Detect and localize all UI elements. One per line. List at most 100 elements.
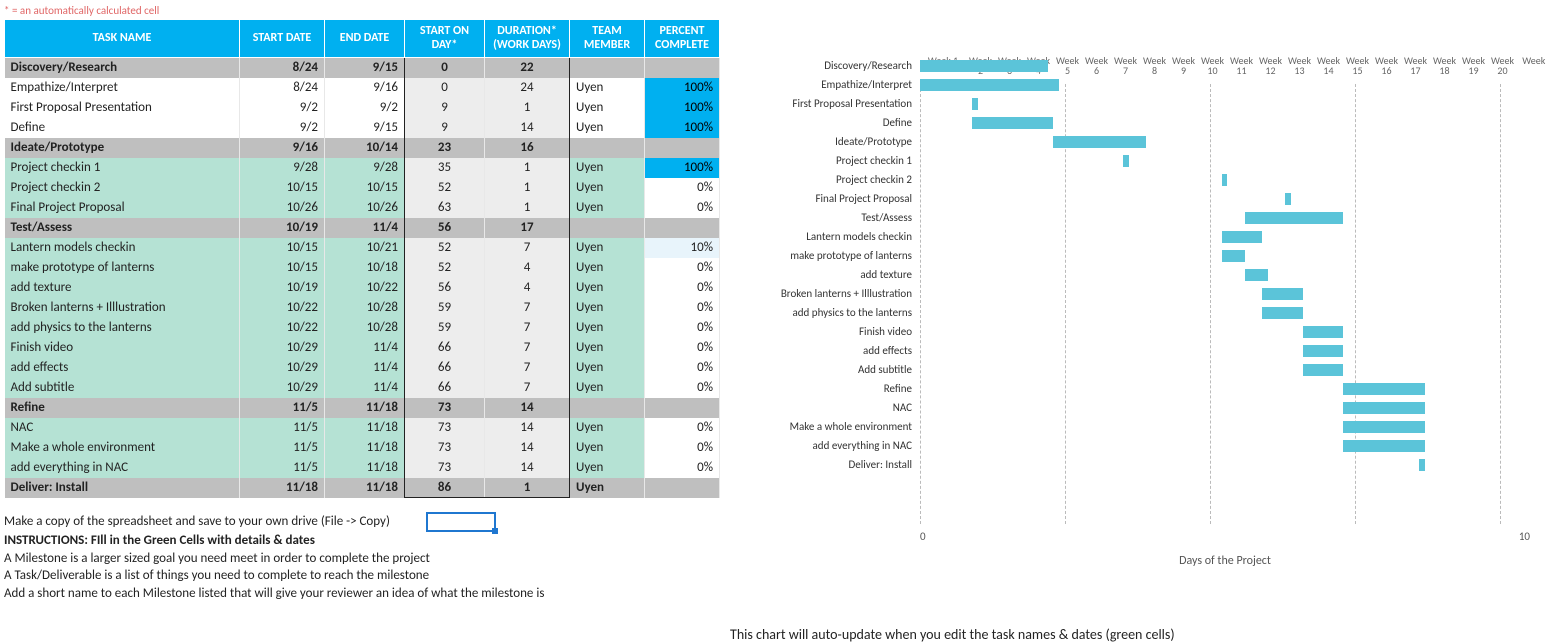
end-cell[interactable]: 11/4 <box>325 338 405 358</box>
start-cell[interactable]: 10/19 <box>240 278 325 298</box>
dur-cell[interactable]: 7 <box>485 378 570 398</box>
start-cell[interactable]: 10/22 <box>240 318 325 338</box>
start-cell[interactable]: 11/5 <box>240 458 325 478</box>
dur-cell[interactable]: 7 <box>485 238 570 258</box>
day-cell[interactable]: 73 <box>405 398 485 418</box>
team-cell[interactable] <box>570 398 645 418</box>
day-cell[interactable]: 59 <box>405 298 485 318</box>
end-cell[interactable]: 9/16 <box>325 78 405 98</box>
start-cell[interactable]: 10/29 <box>240 358 325 378</box>
team-cell[interactable] <box>570 138 645 158</box>
table-row[interactable]: make prototype of lanterns10/1510/18524U… <box>5 258 720 278</box>
start-cell[interactable]: 8/24 <box>240 58 325 78</box>
day-cell[interactable]: 9 <box>405 118 485 138</box>
team-cell[interactable]: Uyen <box>570 358 645 378</box>
dur-cell[interactable]: 14 <box>485 438 570 458</box>
dur-cell[interactable]: 1 <box>485 178 570 198</box>
day-cell[interactable]: 23 <box>405 138 485 158</box>
end-cell[interactable]: 10/26 <box>325 198 405 218</box>
pct-cell[interactable]: 0% <box>645 278 720 298</box>
task-cell[interactable]: Add subtitle <box>5 378 240 398</box>
end-cell[interactable]: 10/22 <box>325 278 405 298</box>
start-cell[interactable]: 9/2 <box>240 98 325 118</box>
start-cell[interactable]: 9/28 <box>240 158 325 178</box>
pct-cell[interactable]: 0% <box>645 438 720 458</box>
table-row[interactable]: First Proposal Presentation9/29/291Uyen1… <box>5 98 720 118</box>
day-cell[interactable]: 66 <box>405 338 485 358</box>
team-cell[interactable]: Uyen <box>570 98 645 118</box>
day-cell[interactable]: 66 <box>405 358 485 378</box>
dur-cell[interactable]: 22 <box>485 58 570 78</box>
day-cell[interactable]: 59 <box>405 318 485 338</box>
task-cell[interactable]: Project checkin 1 <box>5 158 240 178</box>
table-row[interactable]: Project checkin 19/289/28351Uyen100% <box>5 158 720 178</box>
team-cell[interactable]: Uyen <box>570 378 645 398</box>
table-row[interactable]: NAC11/511/187314Uyen0% <box>5 418 720 438</box>
day-cell[interactable]: 0 <box>405 58 485 78</box>
table-row[interactable]: Ideate/Prototype9/1610/142316 <box>5 138 720 158</box>
end-cell[interactable]: 10/28 <box>325 318 405 338</box>
end-cell[interactable]: 10/15 <box>325 178 405 198</box>
pct-cell[interactable]: 0% <box>645 418 720 438</box>
team-cell[interactable]: Uyen <box>570 298 645 318</box>
start-cell[interactable]: 11/5 <box>240 438 325 458</box>
table-row[interactable]: Finish video10/2911/4667Uyen0% <box>5 338 720 358</box>
team-cell[interactable]: Uyen <box>570 438 645 458</box>
team-cell[interactable]: Uyen <box>570 198 645 218</box>
selected-cell[interactable] <box>426 512 496 532</box>
table-row[interactable]: add texture10/1910/22564Uyen0% <box>5 278 720 298</box>
task-cell[interactable]: First Proposal Presentation <box>5 98 240 118</box>
table-row[interactable]: add everything in NAC11/511/187314Uyen0% <box>5 458 720 478</box>
dur-cell[interactable]: 17 <box>485 218 570 238</box>
end-cell[interactable]: 9/28 <box>325 158 405 178</box>
table-row[interactable]: Define9/29/15914Uyen100% <box>5 118 720 138</box>
task-cell[interactable]: Finish video <box>5 338 240 358</box>
dur-cell[interactable]: 4 <box>485 258 570 278</box>
task-cell[interactable]: make prototype of lanterns <box>5 258 240 278</box>
pct-cell[interactable]: 0% <box>645 178 720 198</box>
start-cell[interactable]: 10/22 <box>240 298 325 318</box>
start-cell[interactable]: 8/24 <box>240 78 325 98</box>
team-cell[interactable]: Uyen <box>570 158 645 178</box>
day-cell[interactable]: 63 <box>405 198 485 218</box>
table-row[interactable]: Discovery/Research8/249/15022 <box>5 58 720 78</box>
th-dur[interactable]: DURATION* (WORK DAYS) <box>485 20 570 58</box>
end-cell[interactable]: 11/18 <box>325 438 405 458</box>
end-cell[interactable]: 11/18 <box>325 458 405 478</box>
task-cell[interactable]: Define <box>5 118 240 138</box>
pct-cell[interactable]: 0% <box>645 258 720 278</box>
start-cell[interactable]: 10/15 <box>240 258 325 278</box>
day-cell[interactable]: 52 <box>405 178 485 198</box>
end-cell[interactable]: 9/2 <box>325 98 405 118</box>
team-cell[interactable]: Uyen <box>570 418 645 438</box>
task-cell[interactable]: Broken lanterns + Illlustration <box>5 298 240 318</box>
day-cell[interactable]: 0 <box>405 78 485 98</box>
pct-cell[interactable]: 0% <box>645 458 720 478</box>
table-row[interactable]: Empathize/Interpret8/249/16024Uyen100% <box>5 78 720 98</box>
task-cell[interactable]: NAC <box>5 418 240 438</box>
table-row[interactable]: Final Project Proposal10/2610/26631Uyen0… <box>5 198 720 218</box>
team-cell[interactable]: Uyen <box>570 338 645 358</box>
table-row[interactable]: add effects10/2911/4667Uyen0% <box>5 358 720 378</box>
dur-cell[interactable]: 7 <box>485 338 570 358</box>
end-cell[interactable]: 11/4 <box>325 378 405 398</box>
task-cell[interactable]: add effects <box>5 358 240 378</box>
pct-cell[interactable] <box>645 218 720 238</box>
team-cell[interactable]: Uyen <box>570 458 645 478</box>
day-cell[interactable]: 66 <box>405 378 485 398</box>
day-cell[interactable]: 73 <box>405 458 485 478</box>
end-cell[interactable]: 11/18 <box>325 478 405 498</box>
dur-cell[interactable]: 14 <box>485 398 570 418</box>
team-cell[interactable]: Uyen <box>570 78 645 98</box>
team-cell[interactable]: Uyen <box>570 258 645 278</box>
pct-cell[interactable]: 100% <box>645 98 720 118</box>
team-cell[interactable]: Uyen <box>570 118 645 138</box>
team-cell[interactable]: Uyen <box>570 278 645 298</box>
th-end[interactable]: END DATE <box>325 20 405 58</box>
task-cell[interactable]: add physics to the lanterns <box>5 318 240 338</box>
team-cell[interactable] <box>570 218 645 238</box>
table-row[interactable]: Test/Assess10/1911/45617 <box>5 218 720 238</box>
dur-cell[interactable]: 1 <box>485 158 570 178</box>
th-task[interactable]: TASK NAME <box>5 20 240 58</box>
day-cell[interactable]: 52 <box>405 258 485 278</box>
